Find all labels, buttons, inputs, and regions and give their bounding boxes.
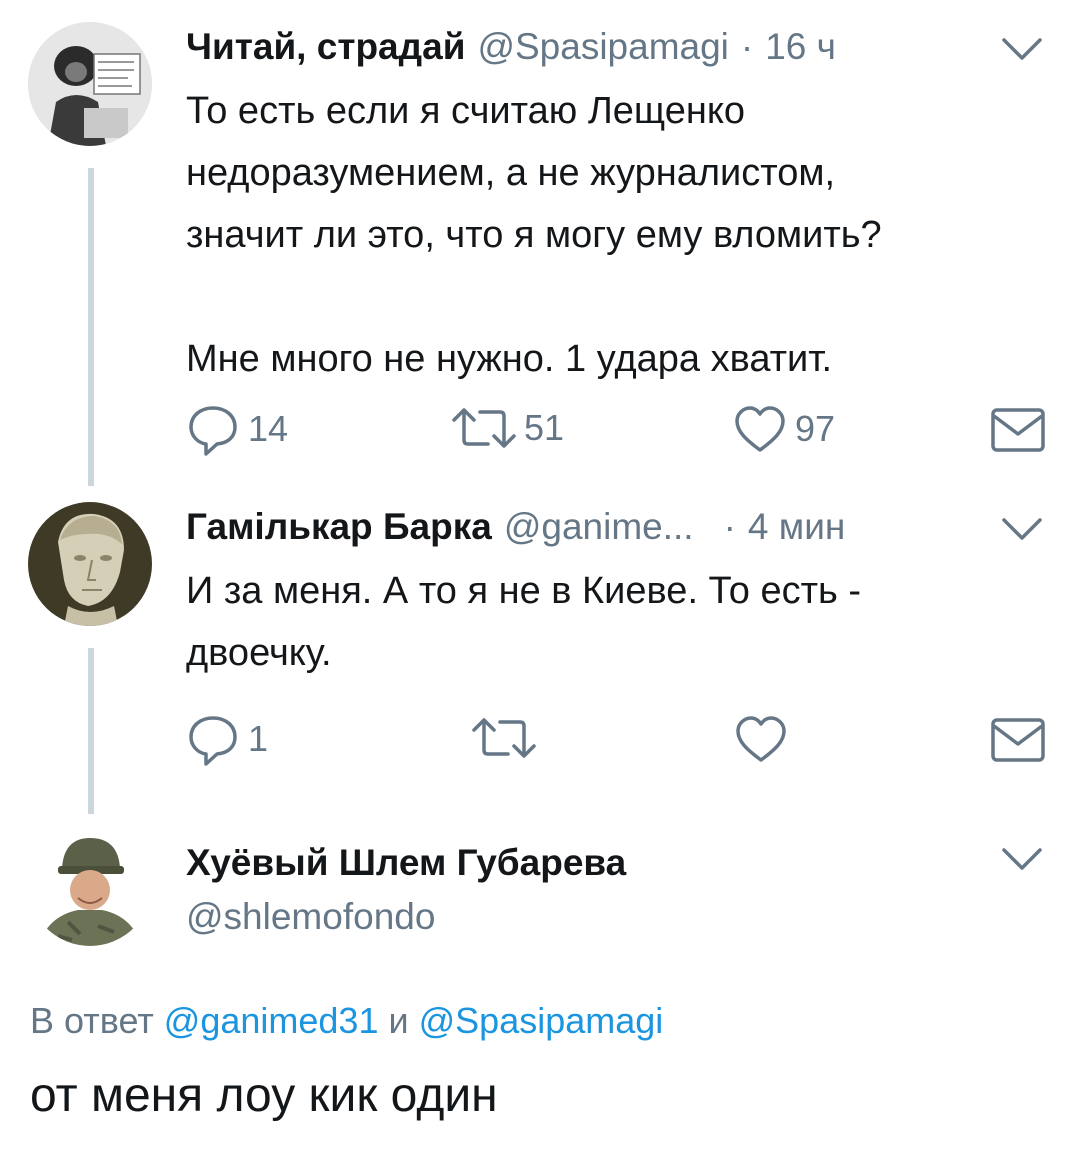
like-count: 97 (795, 408, 836, 449)
tweet-header: Читай, страдай @Spasipamagi · 16 ч (186, 26, 836, 68)
reply-count: 14 (248, 408, 289, 449)
chevron-down-icon[interactable] (1000, 514, 1044, 544)
avatar[interactable] (28, 22, 152, 146)
like-button[interactable]: 97 (733, 404, 835, 454)
chevron-down-icon[interactable] (1000, 844, 1044, 874)
username[interactable]: @shlemofondo (186, 896, 435, 938)
heart-icon (735, 406, 785, 452)
heart-icon (736, 716, 786, 762)
reply-prefix: В ответ (30, 1000, 154, 1041)
display-name[interactable]: Читай, страдай (186, 26, 465, 68)
reply-button[interactable]: 1 (186, 712, 268, 766)
avatar[interactable] (28, 822, 152, 946)
avatar[interactable] (28, 502, 152, 626)
username[interactable]: @ganime... (504, 506, 694, 548)
chevron-down-icon[interactable] (1000, 34, 1044, 64)
reply-icon (189, 716, 237, 766)
display-name[interactable]: Гамількар Барка (186, 506, 492, 548)
tweet-text: И за меня. А то я не в Киеве. То есть - … (186, 570, 862, 674)
display-name[interactable]: Хуёвый Шлем Губарева (186, 842, 626, 884)
reply-button[interactable]: 14 (186, 402, 288, 456)
thread-line (88, 168, 94, 486)
reply-user-link[interactable]: @ganimed31 (164, 1000, 379, 1041)
retweet-count: 51 (524, 407, 565, 448)
like-button[interactable] (734, 714, 788, 764)
timestamp[interactable]: 4 мин (748, 506, 845, 548)
retweet-button[interactable] (470, 714, 538, 762)
reply-user-link[interactable]: @Spasipamagi (419, 1000, 664, 1041)
retweet-button[interactable]: 51 (450, 404, 564, 452)
reply-count: 1 (248, 718, 269, 759)
thread-line (88, 648, 94, 814)
tweet-header: Гамількар Барка @ganime... · 4 мин (186, 506, 845, 548)
separator: · (740, 26, 754, 67)
reply-context: В ответ @ganimed31 и @Spasipamagi (30, 1000, 663, 1042)
retweet-icon (472, 718, 536, 758)
reply-and: и (388, 1000, 409, 1041)
tweet-text: То есть если я считаю Лещенко недоразуме… (186, 90, 882, 380)
retweet-icon (452, 408, 516, 448)
timestamp[interactable]: 16 ч (765, 26, 836, 68)
envelope-icon[interactable] (990, 406, 1046, 454)
reply-icon (189, 406, 237, 456)
username[interactable]: @Spasipamagi (477, 26, 728, 68)
tweet-text: от меня лоу кик один (30, 1069, 498, 1122)
envelope-icon[interactable] (990, 716, 1046, 764)
separator: · (723, 506, 736, 547)
